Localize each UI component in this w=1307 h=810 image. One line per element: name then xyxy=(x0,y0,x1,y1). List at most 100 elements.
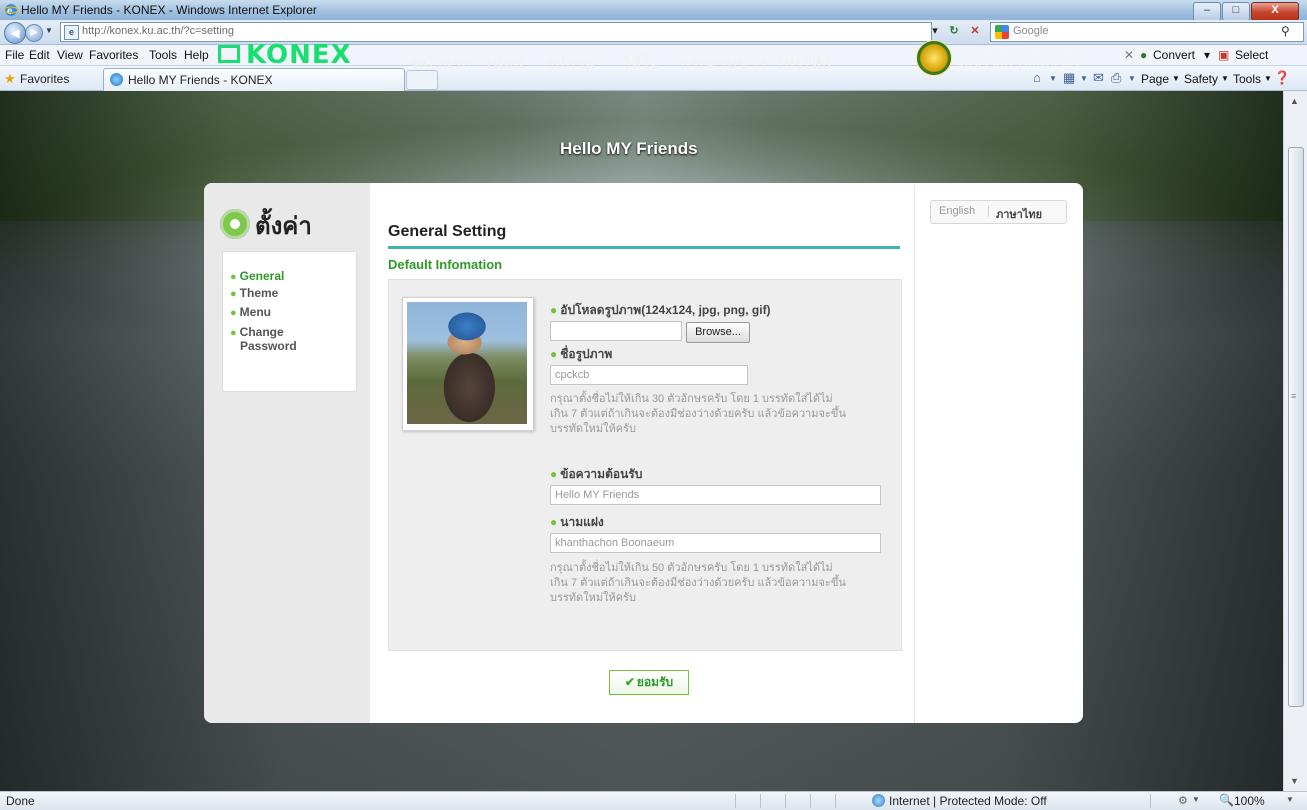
nav-board[interactable]: กระดานข่าว xyxy=(680,52,766,77)
back-button[interactable]: ◀ xyxy=(4,22,26,44)
nickname-label: ● นามแฝง xyxy=(550,515,604,529)
upload-file-input[interactable] xyxy=(550,321,682,341)
kasetsart-seal-icon xyxy=(916,40,952,76)
internet-zone-icon xyxy=(872,794,885,807)
google-logo-icon xyxy=(995,25,1009,39)
nickname-help: กรุณาตั้งชื่อไม่ให้เกิน 50 ตัวอักษรครับ … xyxy=(550,562,846,604)
home-icon[interactable]: ⌂ xyxy=(1033,70,1041,85)
add-ons-icon[interactable]: ⚙ xyxy=(1178,794,1188,807)
picture-name-input[interactable]: cpckcb xyxy=(550,365,748,385)
page-icon: e xyxy=(64,25,79,40)
nickname-input[interactable]: khanthachon Boonaeum xyxy=(550,533,881,553)
zoom-icon[interactable]: 🔍 xyxy=(1219,793,1234,807)
menu-file[interactable]: File xyxy=(5,48,24,62)
search-input[interactable]: Google ⚲ xyxy=(990,22,1304,42)
scroll-thumb[interactable] xyxy=(1288,147,1304,707)
convert-button[interactable]: Convert xyxy=(1153,48,1195,62)
menu-edit[interactable]: Edit xyxy=(29,48,50,62)
scroll-grip-icon: ≡ xyxy=(1291,391,1297,401)
welcome-label: ● ข้อความต้อนรับ xyxy=(550,467,643,481)
menu-tools[interactable]: Tools xyxy=(149,48,177,62)
zoom-level[interactable]: 100% xyxy=(1234,794,1265,808)
feeds-icon[interactable]: ▦ xyxy=(1063,70,1075,86)
close-button[interactable]: X xyxy=(1251,2,1299,21)
bullet-icon: ● xyxy=(230,271,237,283)
settings-menu: ● General ● Theme ● Menu ● Change Password xyxy=(222,251,357,392)
vertical-scrollbar[interactable]: ▲ ≡ ▼ xyxy=(1283,91,1307,791)
menu-general[interactable]: ● General xyxy=(230,269,284,283)
convert-icon: ● xyxy=(1140,48,1148,62)
nav-photos[interactable]: รูปภาพ xyxy=(546,52,595,77)
search-placeholder: Google xyxy=(1013,25,1049,37)
right-column xyxy=(914,183,1083,723)
page-menu[interactable]: Page xyxy=(1141,72,1169,86)
scroll-down-icon[interactable]: ▼ xyxy=(1290,776,1299,786)
gear-icon xyxy=(220,209,250,239)
section-title: Default Infomation xyxy=(388,257,503,272)
safety-menu[interactable]: Safety xyxy=(1184,72,1218,86)
convert-dropdown-icon[interactable]: ▾ xyxy=(1204,48,1210,62)
scroll-up-icon[interactable]: ▲ xyxy=(1290,96,1299,106)
add-ons-dropdown-icon[interactable]: ▼ xyxy=(1192,795,1200,804)
forward-button[interactable]: ▶ xyxy=(25,24,43,42)
browse-button[interactable]: Browse... xyxy=(686,322,750,343)
mail-icon[interactable]: ✉ xyxy=(1093,70,1104,86)
banner-title: Hello MY Friends xyxy=(560,139,698,158)
help-icon[interactable]: ❓ xyxy=(1274,70,1290,86)
select-icon: ▣ xyxy=(1218,48,1230,62)
konex-logo[interactable]: KONEX xyxy=(218,40,368,70)
search-icon[interactable]: ⚲ xyxy=(1281,24,1290,38)
close-toolbar-icon[interactable]: ✕ xyxy=(1124,48,1134,62)
status-divider xyxy=(735,794,736,808)
bullet-icon: ● xyxy=(230,288,237,300)
safety-dropdown-icon[interactable]: ▼ xyxy=(1221,74,1229,83)
ie-logo-icon: e xyxy=(3,3,19,17)
menu-view[interactable]: View xyxy=(57,48,83,62)
picture-name-help: กรุณาตั้งชื่อไม่ให้เกิน 30 ตัวอักษรครับ … xyxy=(550,393,846,435)
nav-profile[interactable]: โปรไฟล์ xyxy=(775,52,832,77)
history-dropdown-icon[interactable]: ▼ xyxy=(45,26,53,35)
refresh-icon[interactable]: ↻ xyxy=(944,23,964,40)
menu-help[interactable]: Help xyxy=(184,48,209,62)
logout-power-icon[interactable]: ⏻ xyxy=(809,53,819,69)
submit-button[interactable]: ✔ ยอมรับ xyxy=(609,670,689,695)
minimize-button[interactable]: – xyxy=(1193,2,1221,21)
nav-friends[interactable]: เพื่อน xyxy=(487,52,524,77)
menu-menu[interactable]: ● Menu xyxy=(230,305,271,319)
print-dropdown-icon[interactable]: ▼ xyxy=(1128,74,1136,83)
language-english[interactable]: English xyxy=(939,205,975,217)
konex-logo-box-icon xyxy=(218,45,240,63)
status-divider xyxy=(1150,794,1151,808)
print-icon[interactable]: ⎙ xyxy=(1111,70,1121,86)
menu-theme[interactable]: ● Theme xyxy=(230,286,278,300)
language-switcher: English | ภาษาไทย xyxy=(930,200,1067,224)
status-bar: Done Internet | Protected Mode: Off ⚙ ▼ … xyxy=(0,791,1307,810)
window-title: Hello MY Friends - KONEX - Windows Inter… xyxy=(21,3,317,17)
nav-home[interactable]: หน้าแรก xyxy=(412,52,471,77)
upload-label: ● อัปโหลดรูปภาพ(124x124, jpg, png, gif) xyxy=(550,303,771,317)
page-dropdown-icon[interactable]: ▼ xyxy=(1172,74,1180,83)
nav-videos[interactable]: วิดีโอ xyxy=(622,52,660,77)
zoom-dropdown-icon[interactable]: ▼ xyxy=(1286,795,1294,804)
stop-icon[interactable]: ✕ xyxy=(966,23,984,40)
maximize-button[interactable]: □ xyxy=(1222,2,1250,21)
welcome-input[interactable]: Hello MY Friends xyxy=(550,485,881,505)
language-thai[interactable]: ภาษาไทย xyxy=(996,205,1042,223)
select-button[interactable]: Select xyxy=(1235,48,1268,62)
tools-menu[interactable]: Tools xyxy=(1233,72,1261,86)
security-zone-text[interactable]: Internet | Protected Mode: Off xyxy=(889,794,1047,808)
bullet-icon: ● xyxy=(230,327,237,339)
feeds-dropdown-icon[interactable]: ▼ xyxy=(1080,74,1088,83)
address-dropdown-icon[interactable]: ▾ xyxy=(930,23,940,40)
menu-favorites[interactable]: Favorites xyxy=(89,48,138,62)
menu-change-password[interactable]: ● Change Password xyxy=(230,325,297,353)
url-text: http://konex.ku.ac.th/?c=setting xyxy=(82,25,234,37)
browser-tab-active[interactable]: Hello MY Friends - KONEX xyxy=(103,68,405,91)
home-dropdown-icon[interactable]: ▼ xyxy=(1049,74,1057,83)
address-input[interactable]: e http://konex.ku.ac.th/?c=setting xyxy=(60,22,932,42)
tools-dropdown-icon[interactable]: ▼ xyxy=(1264,74,1272,83)
status-divider xyxy=(835,794,836,808)
tab-title: Hello MY Friends - KONEX xyxy=(128,73,273,87)
favorites-star-icon[interactable]: ★ xyxy=(4,71,16,87)
favorites-button[interactable]: Favorites xyxy=(20,72,69,86)
